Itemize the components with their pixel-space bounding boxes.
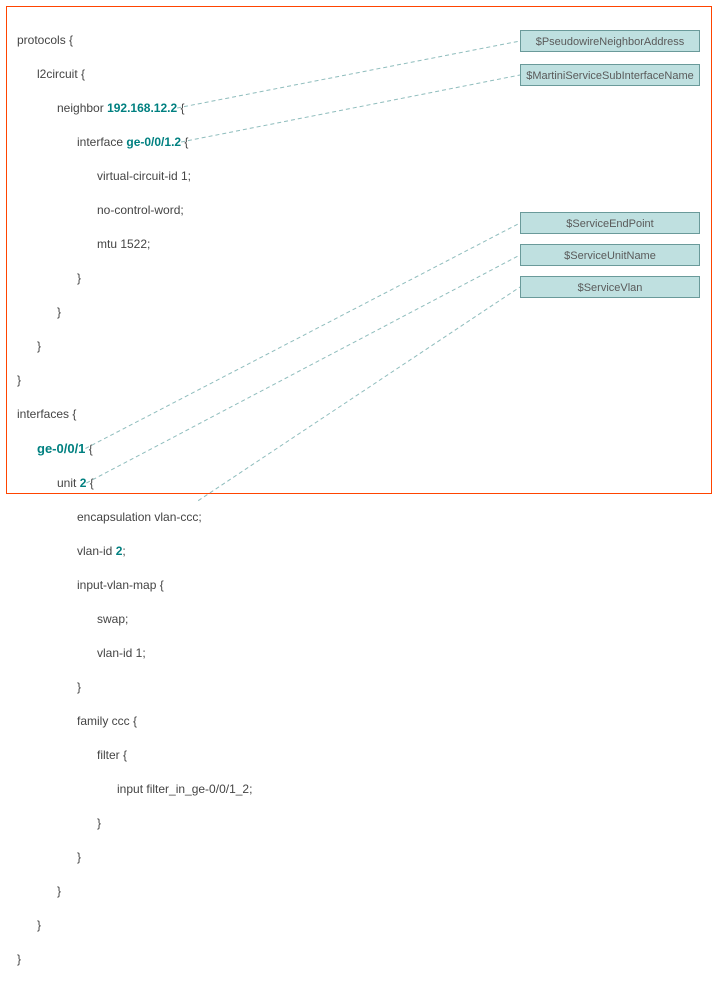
line-mtu: mtu 1522; bbox=[17, 236, 252, 253]
kw-unit: unit bbox=[57, 476, 76, 490]
line-nocw: no-control-word; bbox=[17, 202, 252, 219]
line-protocols-open: protocols { bbox=[17, 32, 252, 49]
brace: { bbox=[177, 101, 184, 115]
kw-neighbor: neighbor bbox=[57, 101, 104, 115]
tag-service-endpoint: $ServiceEndPoint bbox=[520, 212, 700, 234]
value-vlan: 2 bbox=[116, 544, 123, 558]
brace-close: } bbox=[17, 338, 252, 355]
line-interfaces-open: interfaces { bbox=[17, 406, 252, 423]
brace-close: } bbox=[17, 917, 252, 934]
brace-close: } bbox=[17, 849, 252, 866]
line-vlan: vlan-id 2; bbox=[17, 543, 252, 560]
line-l2circuit-open: l2circuit { bbox=[17, 66, 252, 83]
value-ifname: ge-0/0/1 bbox=[37, 441, 85, 456]
brace: { bbox=[86, 476, 93, 490]
line-ifname: ge-0/0/1 { bbox=[17, 440, 252, 458]
semi: ; bbox=[122, 544, 125, 558]
line-neighbor: neighbor 192.168.12.2 { bbox=[17, 100, 252, 117]
brace-close: } bbox=[17, 679, 252, 696]
line-unit: unit 2 { bbox=[17, 475, 252, 492]
brace: { bbox=[85, 442, 92, 456]
kw-interface: interface bbox=[77, 135, 123, 149]
line-interface: interface ge-0/0/1.2 { bbox=[17, 134, 252, 151]
tag-service-vlan: $ServiceVlan bbox=[520, 276, 700, 298]
brace-close: } bbox=[17, 883, 252, 900]
brace-close: } bbox=[17, 270, 252, 287]
brace-close: } bbox=[17, 372, 252, 389]
line-family-open: family ccc { bbox=[17, 713, 252, 730]
line-vlanid1: vlan-id 1; bbox=[17, 645, 252, 662]
kw-vlanid: vlan-id bbox=[77, 544, 112, 558]
brace-close: } bbox=[17, 951, 252, 968]
tag-service-unit-name: $ServiceUnitName bbox=[520, 244, 700, 266]
tag-martini-service-subinterface-name: $MartiniServiceSubInterfaceName bbox=[520, 64, 700, 86]
tag-pseudowire-neighbor-address: $PseudowireNeighborAddress bbox=[520, 30, 700, 52]
value-neighbor-ip: 192.168.12.2 bbox=[107, 101, 177, 115]
line-swap: swap; bbox=[17, 611, 252, 628]
brace: { bbox=[181, 135, 188, 149]
line-filter-input: input filter_in_ge-0/0/1_2; bbox=[17, 781, 252, 798]
line-ivm-open: input-vlan-map { bbox=[17, 577, 252, 594]
brace-close: } bbox=[17, 815, 252, 832]
brace-close: } bbox=[17, 304, 252, 321]
config-code: protocols { l2circuit { neighbor 192.168… bbox=[17, 15, 252, 1002]
value-interface-name: ge-0/0/1.2 bbox=[126, 135, 181, 149]
line-vcid: virtual-circuit-id 1; bbox=[17, 168, 252, 185]
line-encap: encapsulation vlan-ccc; bbox=[17, 509, 252, 526]
line-filter-open: filter { bbox=[17, 747, 252, 764]
